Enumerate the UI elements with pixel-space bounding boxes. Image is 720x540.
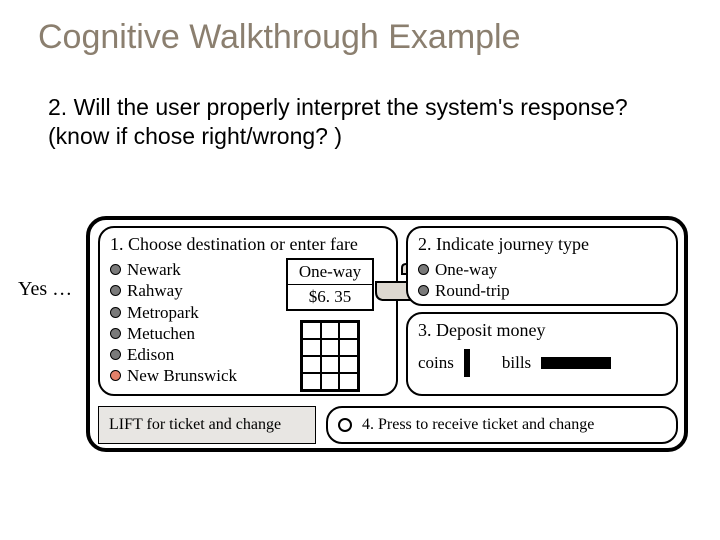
radio-icon	[110, 264, 121, 275]
radio-icon	[110, 349, 121, 360]
yes-annotation: Yes …	[18, 278, 72, 301]
panel4-text: 4. Press to receive ticket and change	[362, 416, 594, 434]
coins-label: coins	[418, 353, 454, 373]
numeric-keypad[interactable]	[300, 320, 360, 392]
kiosk-frame: 1. Choose destination or enter fare Newa…	[86, 216, 688, 452]
radio-icon	[110, 328, 121, 339]
fare-amount: $6. 35	[288, 285, 372, 309]
journey-option[interactable]: One-way	[418, 259, 666, 280]
panel1-title: 1. Choose destination or enter fare	[110, 234, 386, 255]
lift-tray[interactable]: LIFT for ticket and change	[98, 406, 316, 444]
lift-label: LIFT for ticket and change	[109, 416, 281, 434]
coin-slot-icon[interactable]	[464, 349, 470, 377]
bills-label: bills	[502, 353, 531, 373]
panel-journey-type: 2. Indicate journey type One-way Round-t…	[406, 226, 678, 306]
slide-title: Cognitive Walkthrough Example	[0, 0, 720, 67]
panel-press-receive: 4. Press to receive ticket and change	[326, 406, 678, 444]
fare-display: One-way $6. 35	[286, 258, 374, 311]
radio-icon	[110, 285, 121, 296]
walkthrough-question: 2. Will the user properly interpret the …	[0, 67, 720, 169]
bill-slot-icon[interactable]	[541, 357, 611, 369]
panel2-title: 2. Indicate journey type	[418, 234, 666, 255]
journey-option[interactable]: Round-trip	[418, 280, 666, 301]
panel-deposit: 3. Deposit money coins bills	[406, 312, 678, 396]
dispense-button[interactable]	[338, 418, 352, 432]
radio-icon	[110, 307, 121, 318]
radio-icon	[110, 370, 121, 381]
fare-type: One-way	[288, 260, 372, 285]
panel-destination: 1. Choose destination or enter fare Newa…	[98, 226, 398, 396]
radio-icon	[418, 285, 429, 296]
panel3-title: 3. Deposit money	[418, 320, 666, 341]
radio-icon	[418, 264, 429, 275]
